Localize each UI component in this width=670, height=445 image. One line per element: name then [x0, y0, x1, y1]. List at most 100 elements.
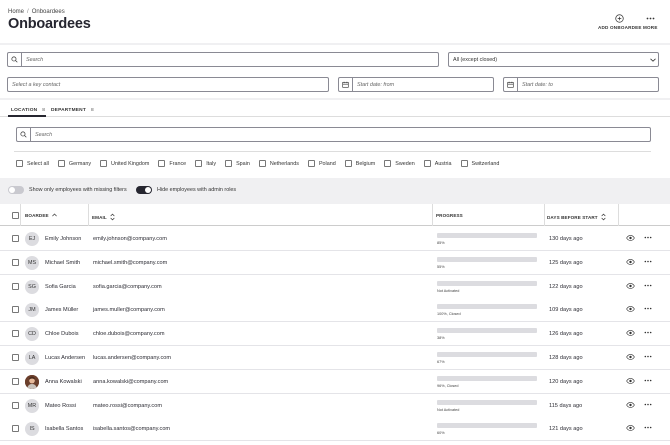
row-checkbox[interactable]: [12, 425, 19, 433]
checkbox[interactable]: [258, 160, 266, 167]
toggle-switch-off[interactable]: [8, 186, 24, 194]
view-eye-icon[interactable]: [626, 306, 635, 314]
boardee-email: anna.kowalski@company.com: [93, 378, 169, 385]
boardee-name[interactable]: Chloe Dubois: [45, 331, 79, 337]
progress-label: Not Activated: [437, 288, 460, 293]
checkbox[interactable]: [344, 160, 352, 167]
view-eye-icon[interactable]: [626, 401, 635, 410]
search-placeholder: Search: [26, 56, 44, 63]
row-more-icon[interactable]: [644, 425, 652, 431]
column-header-days[interactable]: DAYS BEFORE START: [547, 213, 606, 222]
checkbox[interactable]: [423, 160, 431, 167]
row-more-icon[interactable]: [644, 330, 652, 336]
checkbox[interactable]: [384, 160, 392, 167]
search-input[interactable]: Search: [7, 52, 439, 67]
view-eye-icon[interactable]: [626, 354, 635, 362]
tab-department-count: 8: [90, 108, 94, 113]
tab-location[interactable]: LOCATION 8: [11, 108, 45, 113]
checkbox[interactable]: [16, 160, 23, 167]
location-search-input[interactable]: Search: [16, 127, 651, 142]
row-checkbox[interactable]: [12, 235, 19, 242]
row-more-icon[interactable]: [644, 354, 652, 360]
progress-bar: [437, 233, 537, 238]
checkbox[interactable]: [57, 160, 65, 167]
location-checkbox-poland[interactable]: Poland: [307, 160, 336, 167]
table-row[interactable]: EJ Emily Johnson emily.johnson@company.com…: [0, 227, 670, 251]
location-search-placeholder: Search: [35, 131, 53, 138]
location-checkbox-italy[interactable]: Italy: [195, 160, 216, 167]
missing-filters-toggle[interactable]: Show only employees with missing filters: [8, 186, 127, 194]
checkbox[interactable]: [225, 160, 233, 167]
column-header-progress[interactable]: PROGRESS: [436, 213, 463, 218]
row-more-icon[interactable]: [644, 259, 652, 265]
boardee-name[interactable]: Sofia Garcia: [45, 284, 76, 290]
row-more-icon[interactable]: [644, 378, 652, 384]
location-checkbox-netherlands[interactable]: Netherlands: [258, 160, 299, 167]
add-onboardee-button[interactable]: ADD ONBOARDEE: [598, 13, 642, 30]
location-label: Spain: [236, 160, 250, 167]
toggle-switch-on[interactable]: [136, 186, 152, 194]
location-checkbox-belgium[interactable]: Belgium: [344, 160, 376, 167]
row-checkbox[interactable]: [12, 354, 19, 361]
checkbox[interactable]: [195, 160, 203, 167]
select-all-rows-checkbox[interactable]: [12, 212, 19, 219]
view-eye-icon[interactable]: [626, 258, 635, 267]
table-row[interactable]: SG Sofia Garcia sofia.garcia@company.com No…: [0, 274, 670, 299]
view-eye-icon[interactable]: [626, 282, 635, 291]
location-label: Austria: [434, 160, 452, 167]
tab-department[interactable]: DEPARTMENT 8: [51, 108, 94, 113]
location-checkbox-france[interactable]: France: [158, 160, 186, 167]
breadcrumb-home[interactable]: Home: [8, 9, 24, 15]
row-checkbox[interactable]: [12, 282, 19, 290]
location-checkbox-switzerland[interactable]: Switzerland: [460, 160, 499, 167]
location-checkbox-germany[interactable]: Germany: [57, 160, 91, 167]
location-checkbox-united-kingdom[interactable]: United Kingdom: [100, 160, 149, 167]
start-date-to-input[interactable]: Start date: to: [503, 77, 659, 92]
more-button[interactable]: MORE: [643, 13, 658, 30]
view-eye-icon[interactable]: [626, 377, 635, 386]
view-eye-icon[interactable]: [626, 330, 635, 338]
row-checkbox[interactable]: [12, 401, 19, 409]
table-row[interactable]: Anna Kowalski anna.kowalski@company.com 96…: [0, 369, 670, 394]
view-eye-icon[interactable]: [626, 235, 635, 243]
view-eye-icon[interactable]: [626, 425, 635, 433]
column-header-email[interactable]: EMAIL: [92, 213, 115, 222]
boardee-name[interactable]: Mateo Rossi: [45, 403, 76, 409]
table-row[interactable]: IS Isabella Santos isabella.santos@company…: [0, 417, 670, 442]
row-more-icon[interactable]: [644, 306, 652, 312]
tab-department-label: DEPARTMENT: [51, 108, 86, 113]
boardee-name[interactable]: James Müller: [45, 307, 78, 313]
row-more-icon[interactable]: [644, 235, 652, 241]
hide-admin-toggle[interactable]: Hide employees with admin roles: [136, 186, 236, 194]
boardee-name[interactable]: Anna Kowalski: [45, 379, 82, 385]
boardee-name[interactable]: Isabella Santos: [45, 426, 83, 432]
row-checkbox[interactable]: [12, 306, 19, 314]
boardee-email: james.muller@company.com: [93, 307, 165, 314]
boardee-name[interactable]: Michael Smith: [45, 260, 80, 266]
row-checkbox[interactable]: [12, 377, 19, 385]
row-checkbox[interactable]: [12, 258, 19, 266]
location-checkbox-spain[interactable]: Spain: [225, 160, 250, 167]
location-checkbox-sweden[interactable]: Sweden: [384, 160, 415, 167]
status-select[interactable]: All (except closed): [448, 52, 659, 67]
location-label: Belgium: [355, 160, 376, 167]
select-all-checkbox[interactable]: Select all: [16, 160, 49, 167]
column-header-boardee[interactable]: BOARDEE: [25, 213, 57, 218]
table-row[interactable]: LA Lucas Andersen lucas.andersen@company.c…: [0, 346, 670, 370]
checkbox[interactable]: [158, 160, 166, 167]
checkbox[interactable]: [307, 160, 315, 167]
table-row[interactable]: MR Mateo Rossi mateo.rossi@company.com Not …: [0, 393, 670, 418]
table-row[interactable]: JM James Müller james.muller@company.com 10…: [0, 298, 670, 323]
table-row[interactable]: MS Michael Smith michael.smith@company.com…: [0, 250, 670, 275]
row-more-icon[interactable]: [644, 283, 652, 289]
location-checkbox-austria[interactable]: Austria: [423, 160, 452, 167]
start-date-from-input[interactable]: Start date: from: [338, 77, 494, 92]
checkbox[interactable]: [100, 160, 108, 167]
table-row[interactable]: CD Chloe Dubois chloe.dubois@company.com 38…: [0, 322, 670, 347]
boardee-name[interactable]: Lucas Andersen: [45, 355, 85, 361]
key-contact-select[interactable]: Select a key contact: [7, 77, 329, 92]
row-checkbox[interactable]: [12, 330, 19, 338]
checkbox[interactable]: [460, 160, 468, 167]
boardee-name[interactable]: Emily Johnson: [45, 236, 81, 242]
row-more-icon[interactable]: [644, 402, 652, 408]
